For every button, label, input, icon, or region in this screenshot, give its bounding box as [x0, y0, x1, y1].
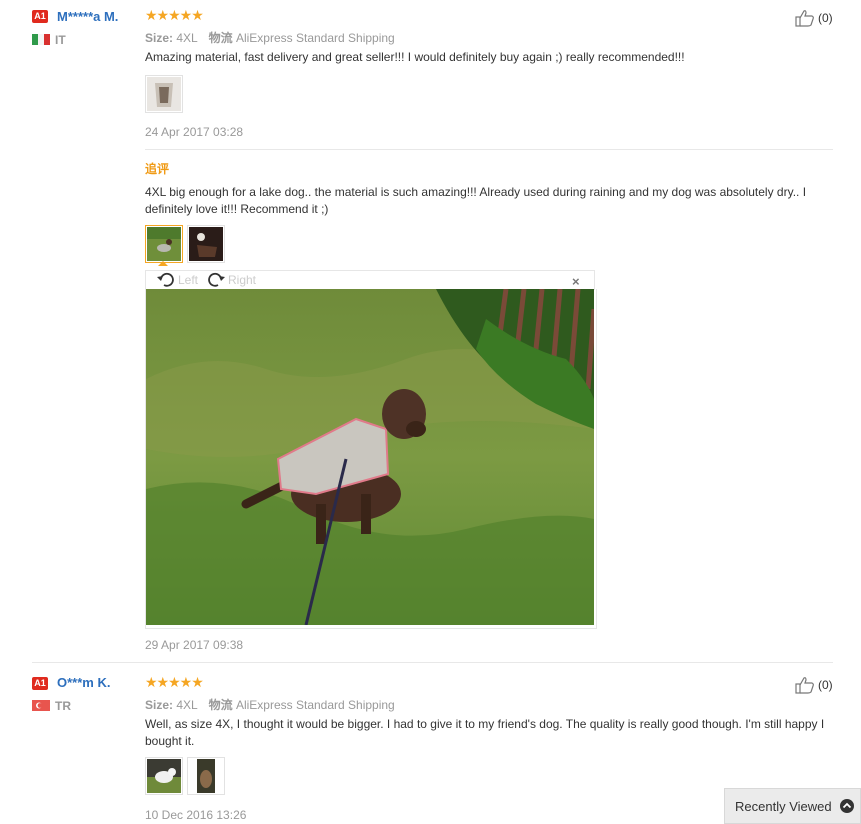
flag-turkey-icon [32, 700, 50, 711]
review-photo-thumb[interactable] [145, 75, 183, 113]
rotate-right-button[interactable]: Right [206, 271, 256, 289]
size-value: 4XL [176, 698, 198, 712]
rotate-left-button[interactable]: Left [156, 271, 198, 289]
rotate-right-label: Right [228, 273, 257, 287]
helpful-count: (0) [818, 11, 833, 25]
review-photo-large[interactable] [146, 289, 594, 625]
review-photo-thumb-2[interactable] [187, 757, 225, 795]
additional-feedback-label: 追评 [145, 162, 170, 176]
review-meta: Size: 4XL 物流 AliExpress Standard Shippin… [145, 696, 395, 713]
rotate-left-icon [157, 272, 174, 287]
close-icon[interactable]: × [572, 274, 580, 289]
star-rating: ★★★★★ [145, 674, 204, 690]
recently-viewed-tab[interactable]: Recently Viewed [724, 788, 861, 824]
reviewer-name[interactable]: O***m K. [57, 675, 110, 690]
feedback-photo-thumb-1[interactable] [145, 225, 183, 263]
helpful-count: (0) [818, 678, 833, 692]
buyer-level-badge: A1 [32, 10, 48, 23]
recently-viewed-label: Recently Viewed [735, 798, 832, 814]
logistics-label: 物流 [208, 698, 233, 712]
reviewer-country: TR [55, 699, 71, 713]
reviewer-name[interactable]: M*****a M. [57, 9, 118, 24]
thumbs-up-icon [795, 10, 814, 27]
size-value: 4XL [176, 31, 198, 45]
logistics-value: AliExpress Standard Shipping [235, 31, 395, 45]
additional-feedback-date: 29 Apr 2017 09:38 [145, 638, 244, 652]
helpful-button[interactable]: (0) [795, 9, 833, 27]
review-meta: Size: 4XL 物流 AliExpress Standard Shippin… [145, 29, 395, 46]
rotate-right-icon [208, 272, 225, 287]
flag-italy-icon [32, 34, 50, 45]
review-text: Well, as size 4X, I thought it would be … [145, 717, 825, 748]
reviewer-country: IT [55, 33, 66, 47]
review-date: 24 Apr 2017 03:28 [145, 125, 244, 139]
divider [145, 149, 833, 150]
review-text: Amazing material, fast delivery and grea… [145, 50, 685, 64]
size-label: Size: [145, 31, 174, 45]
size-label: Size: [145, 698, 174, 712]
logistics-value: AliExpress Standard Shipping [235, 698, 395, 712]
review-photo-thumb-1[interactable] [145, 757, 183, 795]
divider [32, 662, 833, 663]
rotate-left-label: Left [178, 273, 199, 287]
image-viewer-toolbar: Left Right × [145, 270, 595, 290]
buyer-level-badge: A1 [32, 677, 48, 690]
review-date: 10 Dec 2016 13:26 [145, 808, 247, 822]
selected-indicator [158, 261, 168, 266]
thumbs-up-icon [795, 677, 814, 694]
chevron-up-icon [839, 799, 854, 813]
logistics-label: 物流 [208, 31, 233, 45]
additional-feedback-text: 4XL big enough for a lake dog.. the mate… [145, 185, 807, 216]
star-rating: ★★★★★ [145, 7, 204, 23]
helpful-button[interactable]: (0) [795, 676, 833, 694]
feedback-photo-thumb-2[interactable] [187, 225, 225, 263]
